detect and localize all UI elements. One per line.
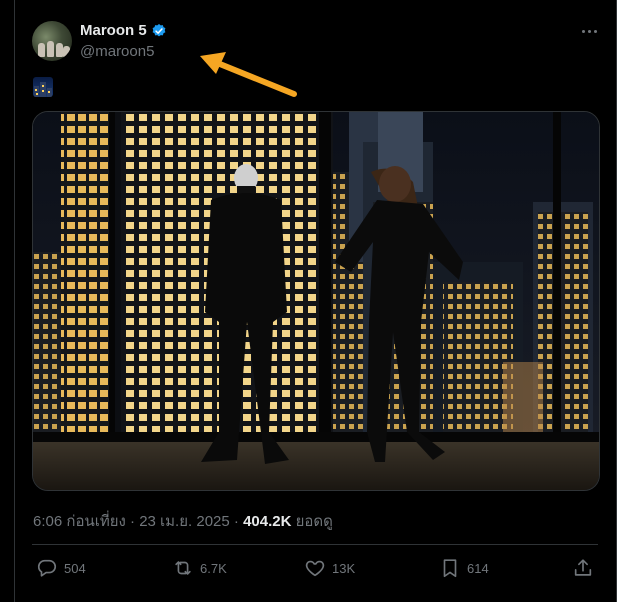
tweet-date: 23 เม.ย. 2025 bbox=[139, 513, 230, 530]
tweet-timestamp[interactable]: 6:06 ก่อนเที่ยง · 23 เม.ย. 2025 · 404.2K… bbox=[33, 509, 333, 533]
handle[interactable]: @maroon5 bbox=[80, 43, 154, 60]
display-name[interactable]: Maroon 5 bbox=[80, 22, 147, 39]
share-button[interactable] bbox=[572, 556, 594, 580]
more-options-icon[interactable] bbox=[578, 22, 600, 40]
views-label: ยอดดู bbox=[295, 513, 333, 530]
photo-scene bbox=[33, 112, 599, 490]
meta-separator: · bbox=[130, 513, 136, 530]
reply-count: 504 bbox=[64, 560, 86, 576]
retweet-icon bbox=[175, 561, 191, 575]
avatar-figure bbox=[63, 46, 70, 57]
avatar[interactable] bbox=[32, 21, 72, 61]
avatar-figure bbox=[47, 41, 54, 57]
avatar-figure bbox=[38, 43, 45, 57]
like-button[interactable]: 13K bbox=[304, 556, 355, 580]
verified-badge-icon bbox=[152, 24, 166, 37]
bookmark-icon bbox=[443, 559, 457, 578]
like-count: 13K bbox=[332, 560, 356, 576]
tweet-photo[interactable] bbox=[32, 111, 600, 491]
retweet-count: 6.7K bbox=[200, 560, 227, 576]
share-icon bbox=[574, 559, 592, 576]
reply-button[interactable]: 504 bbox=[36, 556, 86, 580]
heart-icon bbox=[305, 560, 325, 577]
divider bbox=[32, 544, 598, 545]
annotation-arrow-icon bbox=[200, 52, 297, 97]
bookmark-count: 614 bbox=[467, 560, 489, 576]
tweet-time: 6:06 ก่อนเที่ยง bbox=[33, 513, 126, 530]
reply-icon bbox=[37, 559, 57, 577]
avatar-figure bbox=[56, 43, 63, 57]
retweet-button[interactable]: 6.7K bbox=[172, 556, 227, 580]
views-count: 404.2K bbox=[243, 513, 292, 530]
bookmark-button[interactable]: 614 bbox=[439, 556, 489, 580]
meta-separator: · bbox=[233, 513, 239, 530]
night-city-emoji-icon bbox=[33, 77, 53, 97]
